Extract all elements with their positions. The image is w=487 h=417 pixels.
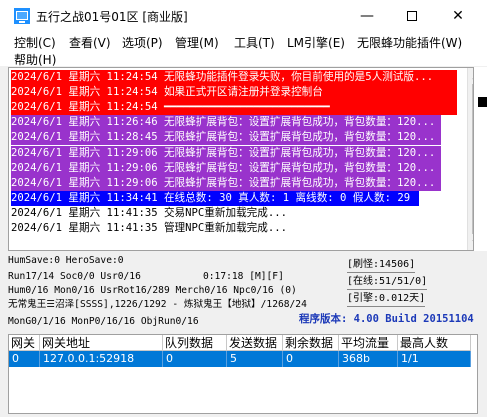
column-header[interactable]: 发送数据 [227, 335, 283, 351]
log-scrollbar[interactable]: ▲ ▼ [467, 68, 473, 250]
menu-control[interactable]: 控制(C) [14, 34, 56, 51]
maximize-button[interactable] [389, 0, 435, 32]
app-icon [14, 8, 30, 24]
status-process-counters: Hum0/16 Mon0/16 UsrRot16/289 Merch0/16 N… [8, 285, 297, 296]
status-monster-info: 无常鬼王☰沼泽[SSSS],1226/1292 - 炼狱鬼王【地狱】/1268/… [8, 299, 307, 310]
title-bar: 五行之战01号01区 [商业版] — ✕ [0, 0, 487, 32]
menu-manage[interactable]: 管理(M) [175, 34, 219, 51]
menu-bar: 控制(C) 查看(V) 选项(P) 管理(M) 工具(T) LM引擎(E) 无限… [0, 32, 487, 68]
column-header[interactable]: 最高人数 [398, 335, 471, 351]
window-title: 五行之战01号01区 [商业版] [36, 10, 188, 24]
status-uptime: 0:17:18 [M][F] [203, 271, 284, 282]
log-line: 2024/6/1 星期六 11:29:06 无限蜂扩展背包：设置扩展背包成功，背… [11, 145, 441, 161]
side-strip-marker [478, 97, 487, 107]
log-line: 2024/6/1 星期六 11:29:06 无限蜂扩展背包：设置扩展背包成功，背… [11, 160, 441, 176]
log-line: 2024/6/1 星期六 11:41:35 交易NPC重新加载完成... [11, 206, 287, 219]
table-cell: 368b [339, 351, 398, 367]
maximize-icon [407, 11, 417, 21]
log-panel[interactable]: 2024/6/1 星期六 11:24:54 无限蜂功能插件登录失败，你目前使用的… [8, 67, 474, 251]
refresh-monster-count: [刷怪:14506] [347, 258, 416, 273]
minimize-icon: — [360, 8, 374, 24]
log-line: 2024/6/1 星期六 11:28:45 无限蜂扩展背包：设置扩展背包成功，背… [11, 130, 441, 146]
program-version: 程序版本: 4.00 Build 20151104 [299, 313, 474, 325]
engine-uptime: [引擎:0.012天] [347, 292, 426, 307]
log-line: 2024/6/1 星期六 11:24:54 ━━━━━━━━━━━━━━━━━━… [11, 100, 457, 116]
log-line: 2024/6/1 星期六 11:29:06 无限蜂扩展背包：设置扩展背包成功，背… [11, 175, 441, 191]
column-header[interactable]: 剩余数据 [283, 335, 339, 351]
side-strip [474, 67, 487, 251]
log-line: 2024/6/1 星期六 11:34:41 在线总数: 30 真人数: 1 离线… [11, 190, 419, 206]
minimize-button[interactable]: — [344, 0, 390, 32]
menu-tools[interactable]: 工具(T) [234, 34, 275, 51]
server-console-window: 五行之战01号01区 [商业版] — ✕ 控制(C) 查看(V) 选项(P) 管… [0, 0, 487, 417]
menu-plugin[interactable]: 无限蜂功能插件(W) [357, 34, 462, 51]
column-header[interactable]: 平均流量 [339, 335, 398, 351]
menu-view[interactable]: 查看(V) [69, 34, 111, 51]
table-cell: 0 [9, 351, 40, 367]
table-cell: 5 [227, 351, 283, 367]
table-cell: 1/1 [398, 351, 471, 367]
table-cell: 0 [283, 351, 339, 367]
column-header[interactable]: 网关地址 [40, 335, 163, 351]
menu-lm-engine[interactable]: LM引擎(E) [287, 34, 345, 51]
status-object-counters: MonG0/1/16 MonP0/16/16 ObjRun0/16 [8, 316, 199, 327]
status-area: HumSave:0 HeroSave:0 Run17/14 Soc0/0 Usr… [0, 254, 487, 334]
log-line: 2024/6/1 星期六 11:41:35 管理NPC重新加载完成... [11, 222, 287, 234]
log-line: 2024/6/1 星期六 11:26:46 无限蜂扩展背包：设置扩展背包成功，背… [11, 115, 441, 131]
column-header[interactable]: 队列数据 [163, 335, 227, 351]
table-cell: 0 [163, 351, 227, 367]
close-button[interactable]: ✕ [435, 0, 481, 32]
gateway-table[interactable]: 网关 网关地址 队列数据 发送数据 剩余数据 平均流量 最高人数 0 127.0.0.1:529… [8, 334, 478, 414]
table-cell: 127.0.0.1:52918 [40, 351, 163, 367]
menu-options[interactable]: 选项(P) [122, 34, 163, 51]
log-line: 2024/6/1 星期六 11:24:54 无限蜂功能插件登录失败，你目前使用的… [11, 70, 457, 85]
status-save-counters: HumSave:0 HeroSave:0 [8, 255, 124, 266]
column-header[interactable]: 网关 [9, 335, 40, 351]
status-run-counters: Run17/14 Soc0/0 Usr0/16 [8, 271, 141, 282]
close-icon: ✕ [452, 8, 464, 24]
menu-help[interactable]: 帮助(H) [14, 51, 56, 68]
log-line: 2024/6/1 星期六 11:24:54 如果正式开区请注册并登录控制台 [11, 85, 457, 101]
online-count: [在线:51/51/0] [347, 275, 428, 290]
